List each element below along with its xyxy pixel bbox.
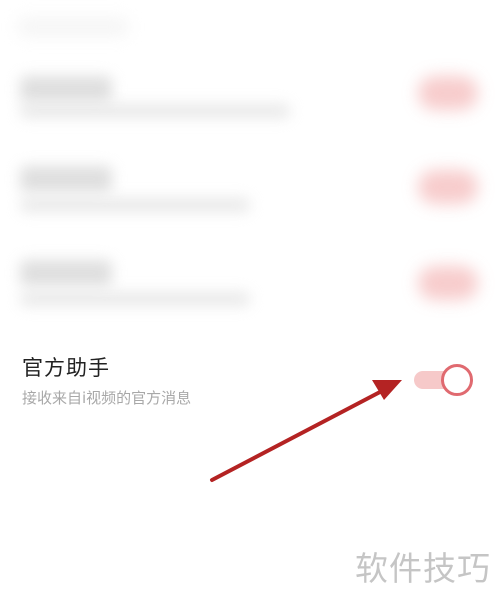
blurred-setting-row <box>0 246 500 326</box>
official-assistant-subtitle: 接收来自i视频的官方消息 <box>22 389 192 407</box>
blurred-toggle <box>418 266 478 300</box>
blurred-row-subtitle <box>20 292 250 306</box>
settings-screen: 官方助手 接收来自i视频的官方消息 软件技巧 <box>0 0 500 602</box>
watermark: 软件技巧 <box>355 549 491 588</box>
official-assistant-title: 官方助手 <box>22 356 110 380</box>
blurred-toggle <box>418 76 478 110</box>
blurred-row-title <box>20 76 112 102</box>
blurred-setting-row <box>0 62 500 142</box>
blurred-row-subtitle <box>20 104 290 118</box>
blurred-row-subtitle <box>20 198 250 212</box>
blurred-row-title <box>20 166 112 192</box>
toggle-knob <box>441 364 473 396</box>
blurred-row-title <box>20 260 112 286</box>
blurred-section-header <box>18 18 128 36</box>
blurred-toggle <box>418 170 478 204</box>
official-assistant-toggle[interactable] <box>414 364 474 396</box>
blurred-setting-row <box>0 152 500 232</box>
